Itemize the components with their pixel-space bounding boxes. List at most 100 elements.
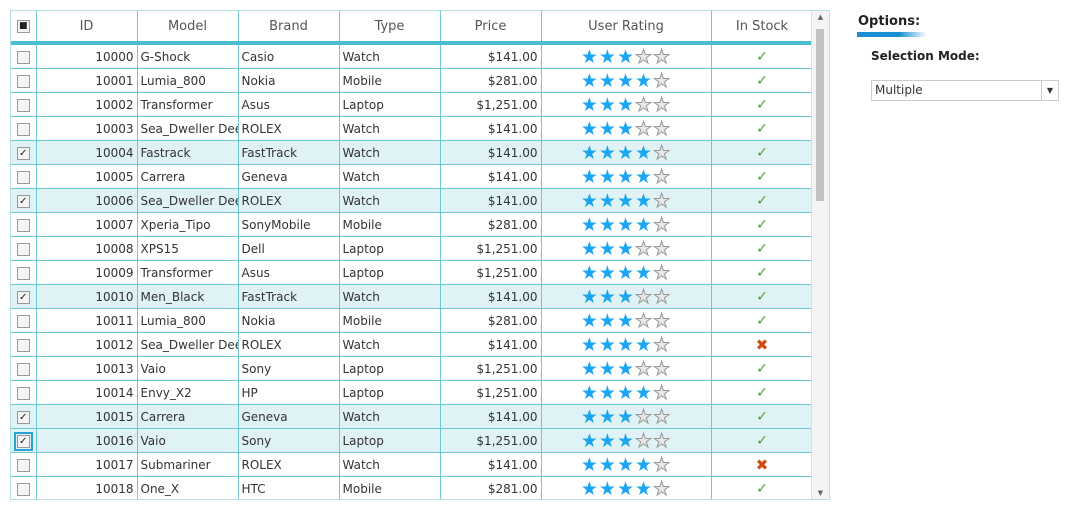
- row-checkbox-cell[interactable]: [11, 380, 37, 405]
- rating-stars[interactable]: ★★★★★: [581, 190, 671, 212]
- star-empty-icon[interactable]: ★: [635, 310, 653, 332]
- star-filled-icon[interactable]: ★: [617, 382, 635, 404]
- cell-price[interactable]: $281.00: [440, 476, 542, 499]
- star-empty-icon[interactable]: ★: [653, 334, 671, 356]
- star-filled-icon[interactable]: ★: [635, 262, 653, 284]
- cell-id[interactable]: 10015: [36, 404, 138, 429]
- rating-stars[interactable]: ★★★★★: [581, 478, 671, 500]
- cell-user-rating[interactable]: ★★★★★: [541, 140, 712, 165]
- star-filled-icon[interactable]: ★: [599, 430, 617, 452]
- star-empty-icon[interactable]: ★: [635, 286, 653, 308]
- star-filled-icon[interactable]: ★: [617, 70, 635, 92]
- star-empty-icon[interactable]: ★: [653, 454, 671, 476]
- cell-user-rating[interactable]: ★★★★★: [541, 404, 712, 429]
- table-row[interactable]: 10012 Sea_Dweller Deepsea ROLEX Watch $1…: [11, 332, 814, 357]
- star-filled-icon[interactable]: ★: [581, 190, 599, 212]
- star-filled-icon[interactable]: ★: [617, 238, 635, 260]
- cell-brand[interactable]: Nokia: [238, 68, 340, 93]
- cell-user-rating[interactable]: ★★★★★: [541, 260, 712, 285]
- cell-user-rating[interactable]: ★★★★★: [541, 476, 712, 500]
- star-filled-icon[interactable]: ★: [581, 46, 599, 68]
- cell-in-stock[interactable]: ✓: [711, 428, 814, 453]
- cell-type[interactable]: Watch: [339, 140, 441, 165]
- star-filled-icon[interactable]: ★: [599, 238, 617, 260]
- cell-type[interactable]: Watch: [339, 188, 441, 213]
- star-filled-icon[interactable]: ★: [617, 454, 635, 476]
- star-filled-icon[interactable]: ★: [599, 166, 617, 188]
- cell-id[interactable]: 10002: [36, 92, 138, 117]
- cell-id[interactable]: 10000: [36, 43, 138, 69]
- cell-in-stock[interactable]: ✓: [711, 236, 814, 261]
- star-filled-icon[interactable]: ★: [635, 382, 653, 404]
- cell-price[interactable]: $141.00: [440, 116, 542, 141]
- star-filled-icon[interactable]: ★: [581, 118, 599, 140]
- table-row[interactable]: ✓ 10015 Carrera Geneva Watch $141.00 ★★★…: [11, 404, 814, 429]
- row-checkbox-cell[interactable]: [11, 164, 37, 189]
- cell-user-rating[interactable]: ★★★★★: [541, 452, 712, 477]
- star-empty-icon[interactable]: ★: [653, 358, 671, 380]
- cell-id[interactable]: 10006: [36, 188, 138, 213]
- row-checkbox[interactable]: [16, 74, 30, 88]
- scroll-down-arrow-icon[interactable]: ▼: [812, 489, 829, 497]
- row-checkbox[interactable]: [16, 218, 30, 232]
- cell-price[interactable]: $281.00: [440, 212, 542, 237]
- table-row[interactable]: 10005 Carrera Geneva Watch $141.00 ★★★★★…: [11, 164, 814, 189]
- star-empty-icon[interactable]: ★: [635, 358, 653, 380]
- star-filled-icon[interactable]: ★: [599, 94, 617, 116]
- column-header-model[interactable]: Model: [137, 11, 239, 45]
- cell-user-rating[interactable]: ★★★★★: [541, 356, 712, 381]
- cell-price[interactable]: $1,251.00: [440, 236, 542, 261]
- star-filled-icon[interactable]: ★: [581, 310, 599, 332]
- cell-brand[interactable]: Sony: [238, 356, 340, 381]
- cell-model[interactable]: Lumia_800: [137, 68, 239, 93]
- rating-stars[interactable]: ★★★★★: [581, 334, 671, 356]
- cell-in-stock[interactable]: ✓: [711, 164, 814, 189]
- table-row[interactable]: ✓ 10016 Vaio Sony Laptop $1,251.00 ★★★★★…: [11, 428, 814, 453]
- star-empty-icon[interactable]: ★: [653, 70, 671, 92]
- star-filled-icon[interactable]: ★: [581, 358, 599, 380]
- cell-in-stock[interactable]: ✓: [711, 284, 814, 309]
- row-checkbox[interactable]: ✓: [16, 290, 30, 304]
- column-header-price[interactable]: Price: [440, 11, 542, 45]
- star-filled-icon[interactable]: ★: [599, 478, 617, 500]
- row-checkbox-cell[interactable]: [11, 356, 37, 381]
- rating-stars[interactable]: ★★★★★: [581, 406, 671, 428]
- cell-model[interactable]: Sea_Dweller Deepsea: [137, 332, 239, 357]
- cell-brand[interactable]: SonyMobile: [238, 212, 340, 237]
- vertical-scrollbar[interactable]: ▲ ▼: [811, 11, 829, 499]
- star-empty-icon[interactable]: ★: [635, 46, 653, 68]
- cell-price[interactable]: $281.00: [440, 308, 542, 333]
- star-empty-icon[interactable]: ★: [653, 214, 671, 236]
- row-checkbox[interactable]: [16, 170, 30, 184]
- table-row[interactable]: 10017 Submariner ROLEX Watch $141.00 ★★★…: [11, 452, 814, 477]
- cell-type[interactable]: Laptop: [339, 260, 441, 285]
- star-filled-icon[interactable]: ★: [617, 262, 635, 284]
- row-checkbox[interactable]: [16, 242, 30, 256]
- column-header-id[interactable]: ID: [36, 11, 138, 45]
- cell-model[interactable]: Sea_Dweller Deepsea: [137, 116, 239, 141]
- cell-brand[interactable]: Dell: [238, 236, 340, 261]
- row-checkbox-cell[interactable]: [11, 43, 37, 69]
- star-filled-icon[interactable]: ★: [599, 334, 617, 356]
- cell-model[interactable]: Carrera: [137, 164, 239, 189]
- star-empty-icon[interactable]: ★: [653, 166, 671, 188]
- table-row[interactable]: 10011 Lumia_800 Nokia Mobile $281.00 ★★★…: [11, 308, 814, 333]
- row-checkbox-cell[interactable]: ✓: [11, 140, 37, 165]
- star-filled-icon[interactable]: ★: [599, 454, 617, 476]
- cell-id[interactable]: 10005: [36, 164, 138, 189]
- cell-in-stock[interactable]: ✖: [711, 452, 814, 477]
- cell-brand[interactable]: Geneva: [238, 164, 340, 189]
- row-checkbox[interactable]: [16, 98, 30, 112]
- cell-user-rating[interactable]: ★★★★★: [541, 188, 712, 213]
- rating-stars[interactable]: ★★★★★: [581, 166, 671, 188]
- cell-in-stock[interactable]: ✓: [711, 92, 814, 117]
- star-filled-icon[interactable]: ★: [599, 214, 617, 236]
- star-filled-icon[interactable]: ★: [617, 166, 635, 188]
- star-filled-icon[interactable]: ★: [599, 286, 617, 308]
- cell-price[interactable]: $141.00: [440, 164, 542, 189]
- cell-brand[interactable]: Sony: [238, 428, 340, 453]
- star-filled-icon[interactable]: ★: [581, 238, 599, 260]
- star-empty-icon[interactable]: ★: [653, 94, 671, 116]
- cell-brand[interactable]: ROLEX: [238, 332, 340, 357]
- star-empty-icon[interactable]: ★: [653, 406, 671, 428]
